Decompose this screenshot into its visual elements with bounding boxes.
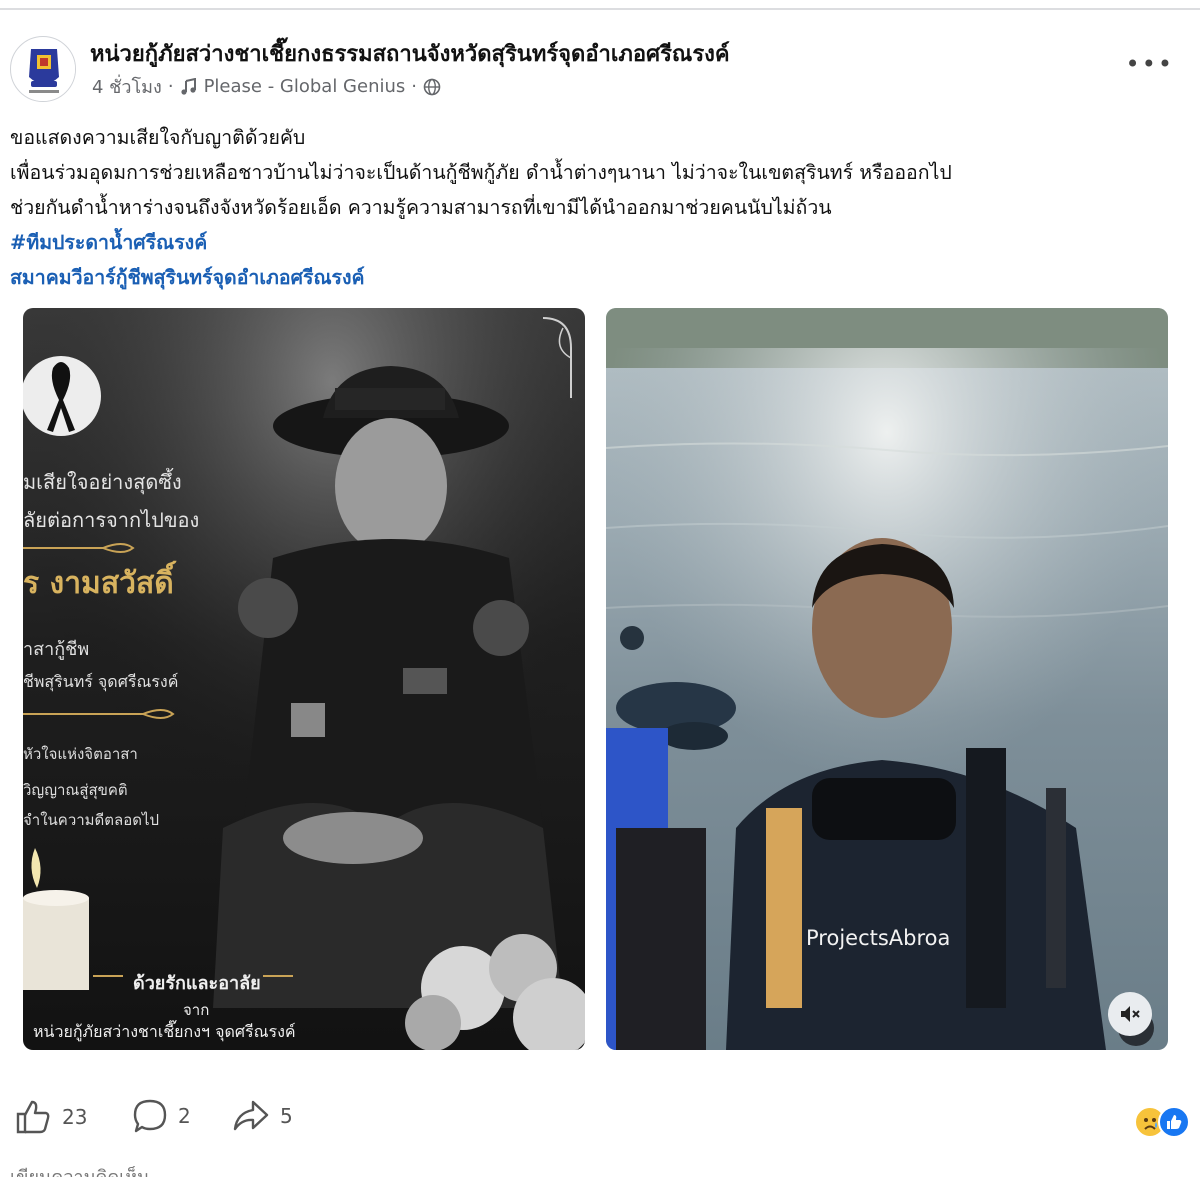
poster-line: หัวใจแห่งจิตอาสา	[23, 745, 138, 763]
poster-line: จำในความดีตลอดไป	[23, 811, 160, 829]
thumbs-up-icon	[16, 1100, 50, 1134]
poster-line: หน่วยกู้ภัยสว่างชาเชี๊ยกงฯ จุดศรีณรงค์	[33, 1022, 296, 1041]
memorial-photo[interactable]: มเสียใจอย่างสุดซึ้ง ลัยต่อการจากไปของ ร …	[23, 308, 585, 1050]
like-count: 23	[62, 1105, 88, 1129]
post-text-line: เพื่อนร่วมอุดมการช่วยเหลือชาวบ้านไม่ว่าจ…	[10, 161, 952, 184]
globe-icon	[423, 78, 441, 95]
poster-line: ลัยต่อการจากไปของ	[23, 508, 200, 532]
like-button[interactable]: 23	[14, 1098, 87, 1136]
reaction-summary[interactable]	[1134, 1106, 1190, 1138]
hashtag-link[interactable]: #ทีมประดาน้ำศรีณรงค์	[10, 225, 1190, 260]
post-meta: 4 ชั่วโมง · Please - Global Genius ·	[92, 72, 441, 101]
shirt-text: ProjectsAbroa	[806, 926, 951, 950]
diver-photo[interactable]: ProjectsAbroa	[606, 308, 1168, 1050]
poster-line: าสากู้ชีพ	[23, 639, 90, 660]
comment-prompt-partial[interactable]: เขียนความคิดเห็น	[10, 1162, 149, 1177]
more-options-button[interactable]: •••	[1126, 50, 1174, 78]
comment-button[interactable]: 2	[132, 1098, 191, 1134]
like-reaction-icon	[1158, 1106, 1190, 1138]
post-header: หน่วยกู้ภัยสว่างชาเชี๊ยกงธรรมสถานจังหวัด…	[10, 32, 1190, 102]
poster-line: ด้วยรักและอาลัย	[133, 973, 261, 994]
meta-separator: ·	[167, 76, 174, 97]
rescue-emblem-icon	[12, 38, 75, 101]
share-arrow-icon	[233, 1100, 269, 1131]
music-track[interactable]: Please - Global Genius	[204, 76, 406, 97]
comment-count: 2	[178, 1104, 191, 1128]
poster-line: จาก	[183, 1001, 210, 1019]
poster-name: ร งามสวัสดิ์	[23, 566, 174, 601]
mute-button[interactable]	[1108, 992, 1152, 1036]
post-text-line: ขอแสดงความเสียใจกับญาติด้วยคับ	[10, 126, 306, 149]
speaker-muted-icon	[1121, 1006, 1140, 1022]
share-count: 5	[280, 1104, 293, 1128]
music-note-icon	[180, 77, 196, 95]
meta-separator-2: ·	[411, 76, 418, 97]
hashtag-link[interactable]: สมาคมวีอาร์กู้ชีพสุรินทร์จุดอำเภอศรีณรงค…	[10, 260, 1190, 295]
poster-line: วิญญาณสู่สุขคติ	[23, 781, 128, 799]
post-time[interactable]: 4 ชั่วโมง	[92, 72, 162, 101]
page-avatar[interactable]	[10, 36, 76, 102]
post-body: ขอแสดงความเสียใจกับญาติด้วยคับ เพื่อนร่ว…	[10, 120, 1190, 295]
top-divider	[0, 8, 1200, 10]
share-button[interactable]: 5	[232, 1098, 293, 1134]
poster-line: มเสียใจอย่างสุดซึ้ง	[23, 470, 182, 494]
comment-bubble-icon	[133, 1099, 167, 1133]
poster-line: ชีพสุรินทร์ จุดศรีณรงค์	[23, 672, 179, 691]
post-text-line: ช่วยกันดำน้ำหาร่างจนถึงจังหวัดร้อยเอ็ด ค…	[10, 196, 832, 219]
page-name[interactable]: หน่วยกู้ภัยสว่างชาเชี๊ยกงธรรมสถานจังหวัด…	[90, 36, 730, 71]
reaction-bar: 23 2 5	[0, 1098, 1200, 1158]
